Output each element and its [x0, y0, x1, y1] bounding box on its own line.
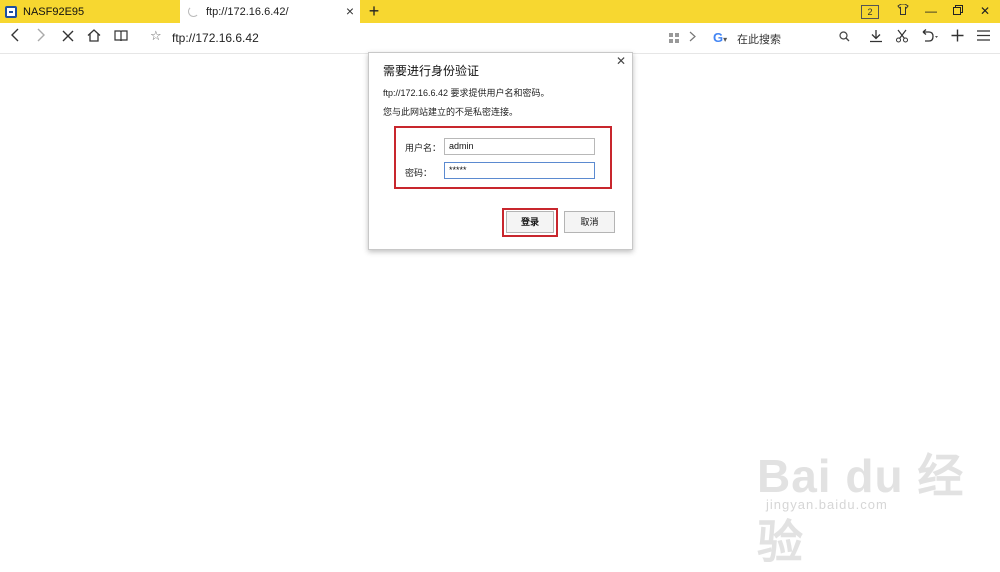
new-tab-button[interactable]: + — [364, 0, 384, 23]
address-bar[interactable]: ftp://172.16.6.42 — [172, 31, 259, 45]
password-field[interactable]: ***** — [444, 162, 595, 179]
privacy-warning: 您与此网站建立的不是私密连接。 — [383, 107, 519, 117]
tab-close-icon[interactable]: × — [346, 3, 354, 19]
tab-title: ftp://172.16.6.42/ — [206, 5, 289, 18]
window-close-icon[interactable]: ✕ — [973, 0, 997, 23]
search-icon[interactable] — [839, 31, 850, 45]
search-input[interactable]: 在此搜索 — [737, 31, 781, 47]
stop-icon[interactable] — [57, 27, 79, 49]
dialog-close-icon[interactable]: ✕ — [616, 54, 626, 68]
minimize-icon[interactable]: — — [919, 0, 943, 23]
restore-icon[interactable] — [946, 0, 970, 23]
scissors-screenshot-icon[interactable] — [895, 29, 909, 46]
reading-mode-icon[interactable] — [110, 27, 132, 49]
back-icon[interactable] — [4, 27, 26, 49]
grid-apps-icon[interactable] — [669, 32, 679, 46]
tab-ftp-active[interactable]: ftp://172.16.6.42/ × — [180, 0, 360, 23]
auth-message: ftp://172.16.6.42 要求提供用户名和密码。 — [383, 88, 550, 98]
add-icon[interactable] — [951, 29, 964, 45]
tab-nas[interactable]: NASF92E95 — [0, 0, 180, 23]
forward-icon[interactable] — [30, 27, 52, 49]
download-icon[interactable] — [869, 29, 883, 46]
dialog-title: 需要进行身份验证 — [383, 64, 480, 78]
shirt-skin-icon[interactable] — [891, 0, 915, 23]
google-search-engine-icon[interactable]: G▾ — [713, 30, 727, 45]
home-icon[interactable] — [83, 27, 105, 49]
credentials-highlight — [394, 126, 612, 189]
password-label: 密码： — [405, 168, 433, 178]
cancel-button[interactable]: 取消 — [564, 211, 615, 233]
bookmark-star-icon[interactable]: ☆ — [150, 28, 162, 44]
username-field[interactable]: admin — [444, 138, 595, 155]
username-label: 用户名： — [405, 143, 442, 153]
nas-favicon-icon — [5, 5, 17, 18]
tab-count-badge[interactable]: 2 — [861, 5, 879, 19]
menu-icon[interactable] — [977, 30, 990, 44]
chevron-right-icon[interactable] — [689, 31, 696, 45]
tab-title: NASF92E95 — [23, 5, 85, 18]
undo-icon[interactable] — [920, 29, 938, 46]
watermark-url: jingyan.baidu.com — [766, 497, 888, 512]
loading-spinner-icon — [188, 6, 199, 17]
login-button[interactable]: 登录 — [506, 211, 554, 233]
